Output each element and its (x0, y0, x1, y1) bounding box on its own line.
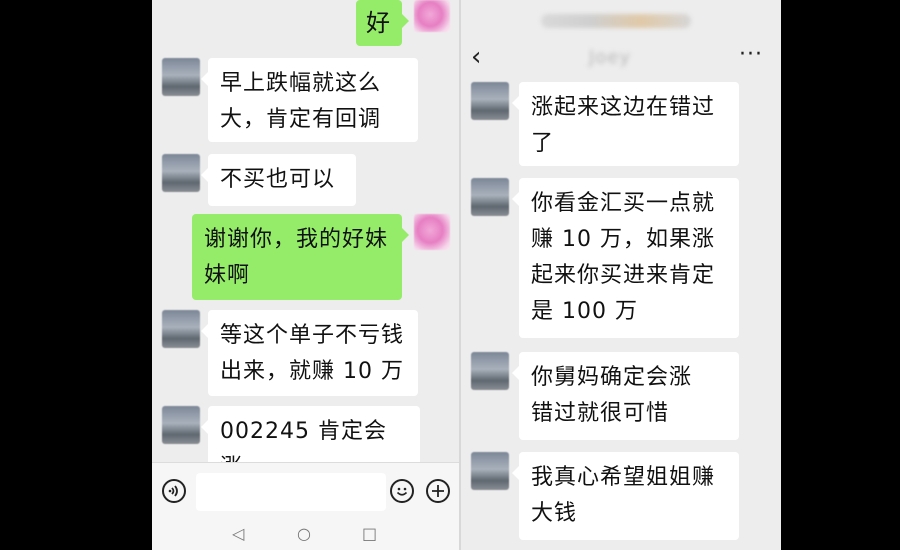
message-bubble-self[interactable]: 谢谢你，我的好妹 妹啊 (192, 214, 409, 300)
contact-avatar[interactable] (162, 154, 200, 192)
message-bubble-contact[interactable]: 不买也可以 (201, 154, 356, 206)
voice-icon (168, 485, 178, 497)
contact-avatar[interactable] (471, 82, 509, 120)
message-input[interactable] (196, 473, 386, 511)
android-nav-bar: ◁ ○ □ (152, 518, 459, 550)
plus-icon[interactable] (426, 479, 450, 503)
contact-avatar[interactable] (471, 178, 509, 216)
self-avatar[interactable] (414, 0, 450, 32)
message-input-bar (152, 462, 459, 519)
more-options-icon[interactable]: ··· (739, 42, 763, 67)
nav-recent-icon[interactable]: □ (362, 524, 377, 544)
message-bubble-contact[interactable]: 早上跌幅就这么 大，肯定有回调 (201, 58, 418, 142)
contact-avatar[interactable] (162, 406, 200, 444)
self-avatar[interactable] (414, 214, 450, 250)
right-chat-screen: ‹ Joey ··· 涨起来这边在错过 了 你看金汇买一点就 赚 10 万，如果… (461, 0, 781, 550)
emoji-icon[interactable] (390, 479, 414, 503)
back-icon[interactable]: ‹ (471, 44, 481, 70)
message-bubble-contact[interactable]: 你舅妈确定会涨 错过就很可惜 (512, 352, 739, 440)
message-bubble-contact[interactable]: 等这个单子不亏钱 出来，就赚 10 万 (201, 310, 418, 396)
nav-back-icon[interactable]: ◁ (232, 524, 244, 544)
contact-name: Joey (589, 47, 632, 68)
message-bubble-self[interactable]: 好 (356, 0, 409, 46)
emoji-icon (396, 487, 408, 496)
contact-avatar[interactable] (471, 352, 509, 390)
chat-header: ‹ Joey ··· (461, 0, 781, 80)
contact-avatar[interactable] (162, 58, 200, 96)
voice-icon[interactable] (162, 479, 186, 503)
status-bar (541, 14, 691, 28)
left-chat-screen: 好 早上跌幅就这么 大，肯定有回调 不买也可以 谢谢你，我的好妹 妹啊 等这个单… (152, 0, 459, 550)
contact-avatar[interactable] (471, 452, 509, 490)
plus-icon (432, 485, 444, 497)
message-bubble-contact[interactable]: 涨起来这边在错过 了 (512, 82, 739, 166)
message-bubble-contact[interactable]: 我真心希望姐姐赚 大钱 (512, 452, 739, 540)
contact-avatar[interactable] (162, 310, 200, 348)
nav-home-icon[interactable]: ○ (297, 524, 311, 544)
message-bubble-contact[interactable]: 你看金汇买一点就 赚 10 万，如果涨 起来你买进来肯定 是 100 万 (512, 178, 739, 338)
